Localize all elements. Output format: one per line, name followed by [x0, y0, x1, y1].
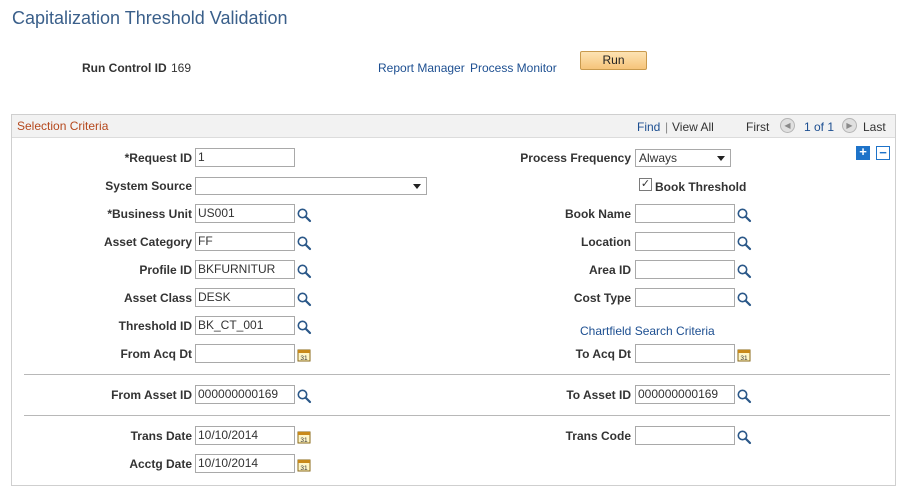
- request-id-field[interactable]: 1: [195, 148, 295, 167]
- section-divider: [24, 415, 890, 416]
- add-row-icon[interactable]: +: [856, 145, 870, 160]
- chevron-down-icon: [717, 156, 725, 161]
- business-unit-label: *Business Unit: [107, 207, 192, 221]
- book-threshold-label: Book Threshold: [655, 180, 747, 194]
- book-name-field[interactable]: [635, 204, 735, 223]
- page-title: Capitalization Threshold Validation: [12, 8, 288, 28]
- to-asset-id-label: To Asset ID: [566, 388, 631, 402]
- view-all-link[interactable]: View All: [672, 120, 714, 134]
- run-control-label: Run Control ID: [82, 61, 167, 75]
- calendar-icon[interactable]: 31: [737, 348, 751, 362]
- process-monitor-link[interactable]: Process Monitor: [470, 61, 557, 75]
- business-unit-field[interactable]: US001: [195, 204, 295, 223]
- calendar-icon[interactable]: 31: [297, 348, 311, 362]
- search-icon[interactable]: [736, 263, 752, 279]
- profile-id-label: Profile ID: [139, 263, 192, 277]
- asset-class-label: Asset Class: [123, 291, 192, 305]
- search-icon[interactable]: [296, 388, 312, 404]
- area-id-field[interactable]: [635, 260, 735, 279]
- profile-id-field[interactable]: BKFURNITUR: [195, 260, 295, 279]
- header-separator: |: [665, 120, 669, 134]
- threshold-id-field[interactable]: BK_CT_001: [195, 316, 295, 335]
- run-control-value: 169: [171, 61, 192, 75]
- to-asset-id-field[interactable]: 000000000169: [635, 385, 735, 404]
- asset-category-field[interactable]: FF: [195, 232, 295, 251]
- system-source-label: System Source: [105, 179, 192, 193]
- chevron-down-icon: [413, 184, 421, 189]
- from-acq-dt-label: From Acq Dt: [120, 347, 192, 361]
- next-row-icon[interactable]: ▶: [842, 118, 857, 133]
- location-label: Location: [581, 235, 631, 249]
- calendar-icon-text: 31: [300, 355, 308, 362]
- first-label: First: [746, 120, 770, 134]
- report-manager-link[interactable]: Report Manager: [378, 61, 465, 75]
- acctg-date-field[interactable]: 10/10/2014: [195, 454, 295, 473]
- delete-row-icon[interactable]: −: [876, 146, 890, 160]
- book-threshold-checkbox[interactable]: ✓: [639, 178, 652, 191]
- search-icon[interactable]: [296, 319, 312, 335]
- previous-row-icon[interactable]: ◀: [780, 118, 795, 133]
- book-name-label: Book Name: [564, 207, 631, 221]
- search-icon[interactable]: [736, 235, 752, 251]
- process-frequency-value: Always: [639, 151, 678, 165]
- row-count: 1 of 1: [804, 120, 835, 134]
- asset-category-label: Asset Category: [103, 235, 192, 249]
- acctg-date-label: Acctg Date: [129, 457, 192, 471]
- trans-code-label: Trans Code: [565, 429, 631, 443]
- from-asset-id-label: From Asset ID: [111, 388, 192, 402]
- panel-title: Selection Criteria: [17, 119, 109, 133]
- process-frequency-label: Process Frequency: [520, 151, 631, 165]
- area-id-label: Area ID: [588, 263, 631, 277]
- search-icon[interactable]: [736, 291, 752, 307]
- to-acq-dt-label: To Acq Dt: [575, 347, 631, 361]
- search-icon[interactable]: [736, 207, 752, 223]
- request-id-label: *Request ID: [124, 151, 192, 165]
- calendar-icon[interactable]: 31: [297, 458, 311, 472]
- calendar-icon[interactable]: 31: [297, 430, 311, 444]
- search-icon[interactable]: [296, 235, 312, 251]
- calendar-icon-text: 31: [300, 437, 308, 444]
- calendar-icon-text: 31: [740, 355, 748, 362]
- from-asset-id-field[interactable]: 000000000169: [195, 385, 295, 404]
- threshold-id-label: Threshold ID: [118, 319, 192, 333]
- search-icon[interactable]: [736, 388, 752, 404]
- trans-date-field[interactable]: 10/10/2014: [195, 426, 295, 445]
- calendar-icon-text: 31: [300, 465, 308, 472]
- trans-date-label: Trans Date: [130, 429, 192, 443]
- cost-type-label: Cost Type: [573, 291, 631, 305]
- to-acq-dt-field[interactable]: [635, 344, 735, 363]
- system-source-select[interactable]: [195, 177, 427, 195]
- search-icon[interactable]: [296, 263, 312, 279]
- section-divider: [24, 374, 890, 375]
- search-icon[interactable]: [736, 429, 752, 445]
- trans-code-field[interactable]: [635, 426, 735, 445]
- chartfield-search-criteria-link[interactable]: Chartfield Search Criteria: [580, 324, 715, 338]
- search-icon[interactable]: [296, 291, 312, 307]
- last-label: Last: [863, 120, 886, 134]
- find-link[interactable]: Find: [637, 120, 660, 134]
- location-field[interactable]: [635, 232, 735, 251]
- search-icon[interactable]: [296, 207, 312, 223]
- asset-class-field[interactable]: DESK: [195, 288, 295, 307]
- process-frequency-select[interactable]: Always: [635, 149, 731, 167]
- run-button[interactable]: Run: [580, 51, 647, 70]
- from-acq-dt-field[interactable]: [195, 344, 295, 363]
- cost-type-field[interactable]: [635, 288, 735, 307]
